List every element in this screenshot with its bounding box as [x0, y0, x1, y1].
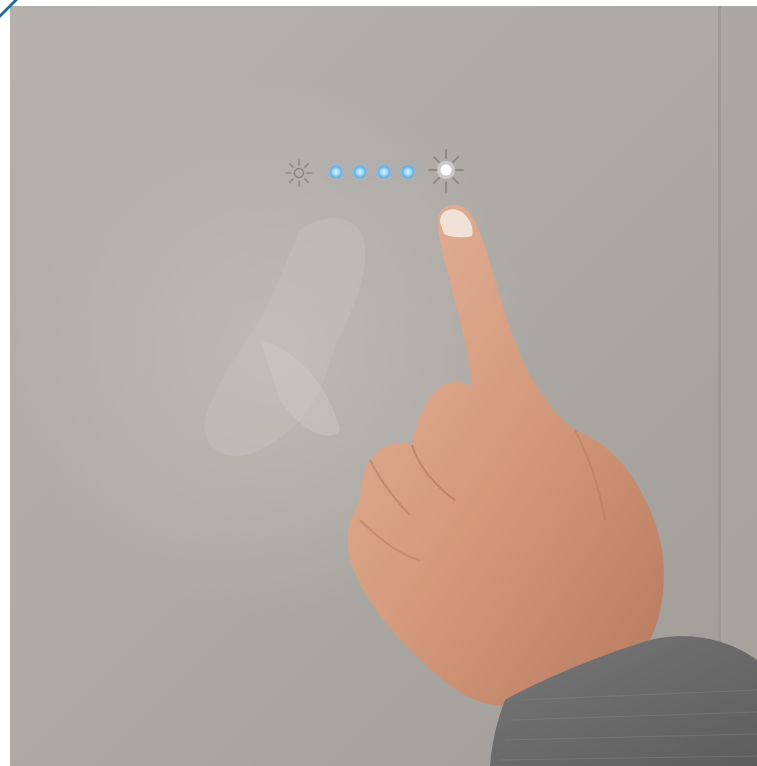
- photo: [0, 0, 757, 766]
- index-finger: [347, 204, 664, 706]
- hand: [347, 204, 757, 766]
